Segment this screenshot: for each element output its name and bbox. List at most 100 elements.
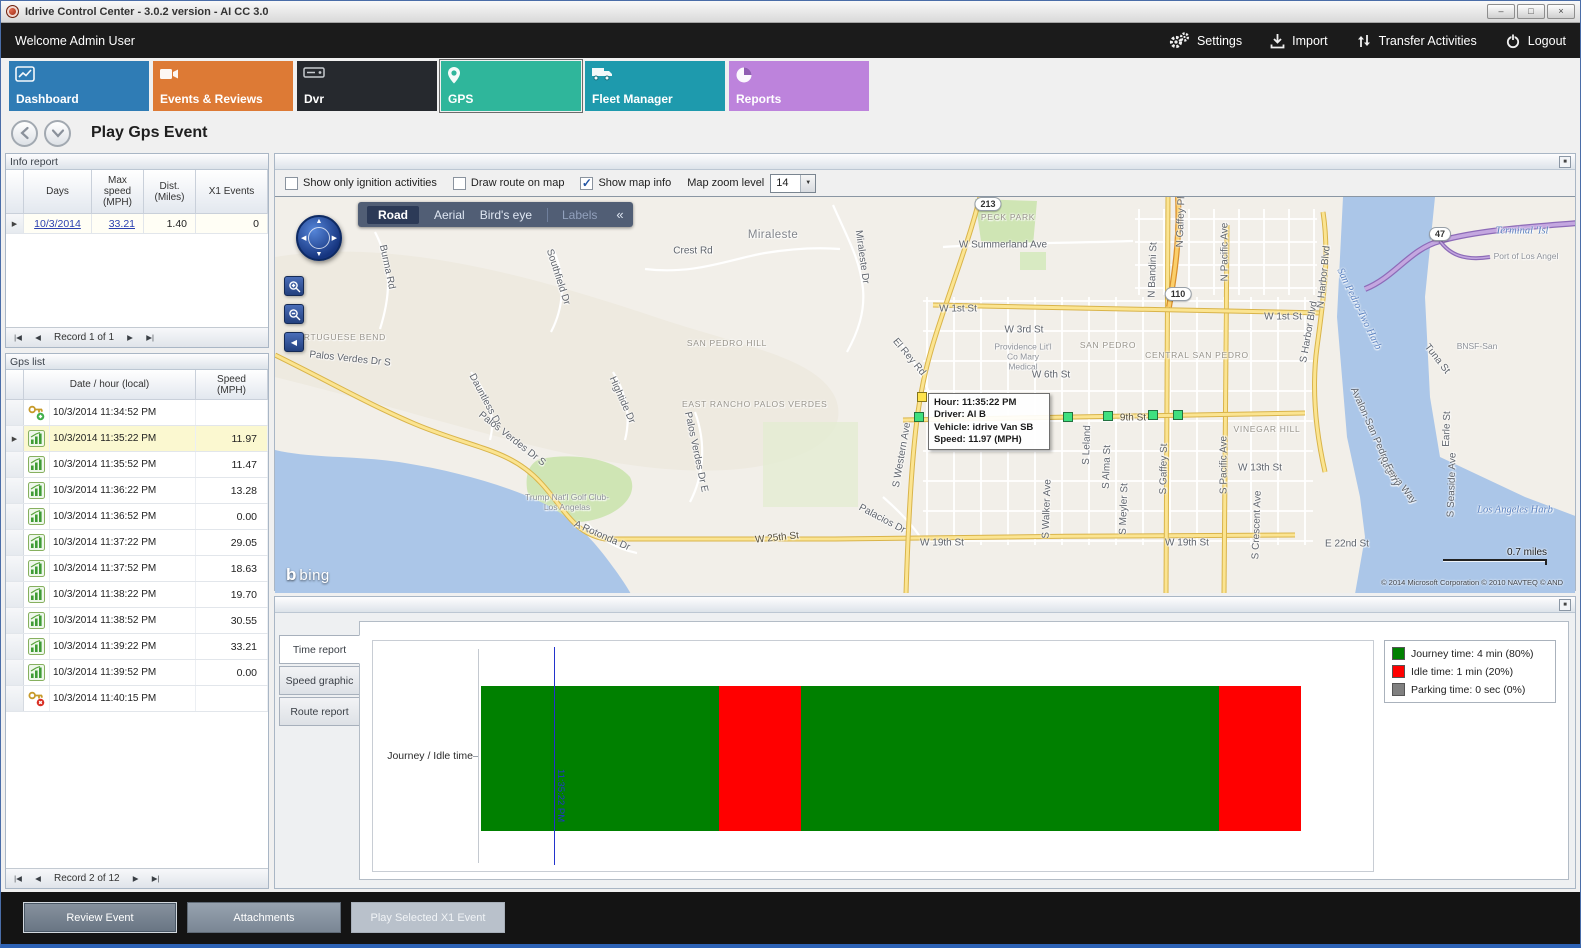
gps-col-datetime[interactable]: Date / hour (local) bbox=[24, 370, 196, 400]
gps-speed-cell bbox=[196, 686, 268, 711]
gps-point-marker[interactable] bbox=[1103, 411, 1113, 421]
tab-fleet-manager-label: Fleet Manager bbox=[592, 92, 673, 106]
map-label: East Rancho Palos Verdes bbox=[682, 399, 772, 409]
gps-point-marker[interactable] bbox=[1173, 410, 1183, 420]
checkbox-draw-route-label: Draw route on map bbox=[471, 177, 565, 189]
collapse-chart-panel-button[interactable]: ■ bbox=[1559, 599, 1571, 611]
minimize-button[interactable]: – bbox=[1487, 4, 1515, 19]
map-canvas[interactable]: MiralestePeck ParkW Summerland AveCrest … bbox=[275, 196, 1575, 593]
checkbox-draw-route[interactable]: Draw route on map bbox=[453, 177, 565, 190]
close-button[interactable]: × bbox=[1547, 4, 1575, 19]
info-col-3[interactable]: X1 Events bbox=[196, 170, 268, 214]
gears-icon bbox=[1168, 32, 1190, 49]
gps-point-marker[interactable] bbox=[1063, 412, 1073, 422]
info-days-cell[interactable]: 10/3/2014 bbox=[24, 214, 92, 234]
info-col-0[interactable]: Days bbox=[24, 170, 92, 214]
info-col-1[interactable]: Max speed (MPH) bbox=[92, 170, 144, 214]
gps-list-title: Gps list bbox=[10, 356, 45, 368]
gps-row[interactable]: 10/3/2014 11:36:22 PM13.28 bbox=[6, 478, 268, 504]
highway-shield: 47 bbox=[1429, 227, 1451, 241]
pager-last-button[interactable]: ▶| bbox=[148, 871, 164, 886]
gps-col-speed[interactable]: Speed (MPH) bbox=[196, 370, 268, 400]
checkbox-show-map-info[interactable]: ✓Show map info bbox=[580, 177, 671, 190]
pager-prev-button[interactable]: ◀ bbox=[30, 330, 46, 345]
segment-journey bbox=[801, 686, 1219, 831]
pager-next-button[interactable]: ▶ bbox=[122, 330, 138, 345]
gps-speed-cell: 11.97 bbox=[196, 426, 268, 451]
timeline-chart-plot[interactable]: Journey / Idle time 11:35:22 PM bbox=[372, 640, 1374, 872]
info-max-speed-cell[interactable]: 33.21 bbox=[92, 214, 144, 234]
gps-speed-cell: 30.55 bbox=[196, 608, 268, 633]
map-scale-line bbox=[1443, 559, 1547, 561]
tab-route-report[interactable]: Route report bbox=[279, 697, 360, 726]
tab-fleet-manager[interactable]: Fleet Manager bbox=[585, 61, 725, 111]
maximize-button[interactable]: □ bbox=[1517, 4, 1545, 19]
gps-row[interactable]: 10/3/2014 11:38:22 PM19.70 bbox=[6, 582, 268, 608]
time-cursor[interactable] bbox=[554, 647, 555, 865]
review-event-button[interactable]: Review Event bbox=[23, 902, 177, 933]
map-zoom-out-button[interactable] bbox=[284, 304, 304, 324]
map-label: Earle St bbox=[1441, 411, 1453, 447]
bing-logo[interactable]: b bing bbox=[286, 565, 330, 585]
tab-dashboard[interactable]: Dashboard bbox=[9, 61, 149, 111]
gps-point-marker[interactable] bbox=[1148, 410, 1158, 420]
info-row-selector[interactable]: ▶ bbox=[6, 214, 24, 234]
menu-logout[interactable]: Logout bbox=[1505, 33, 1566, 49]
ignition-off-icon bbox=[24, 686, 50, 711]
attachments-button[interactable]: Attachments bbox=[187, 902, 341, 933]
map-scale-text: 0.7 miles bbox=[1443, 547, 1547, 558]
map-slider-collapse-button[interactable]: ◀ bbox=[284, 332, 304, 352]
tab-dvr[interactable]: Dvr bbox=[297, 61, 437, 111]
map-zoom-select[interactable]: 14 ▼ bbox=[770, 174, 816, 193]
row-selector bbox=[6, 452, 24, 477]
tab-reports[interactable]: Reports bbox=[729, 61, 869, 111]
pager-first-button[interactable]: |◀ bbox=[10, 330, 26, 345]
gps-row[interactable]: 10/3/2014 11:37:52 PM18.63 bbox=[6, 556, 268, 582]
segment-idle bbox=[1219, 686, 1301, 831]
events-icon bbox=[159, 66, 179, 82]
gps-point-marker[interactable] bbox=[914, 412, 924, 422]
pager-first-button[interactable]: |◀ bbox=[10, 871, 26, 886]
gps-row[interactable]: 10/3/2014 11:36:52 PM0.00 bbox=[6, 504, 268, 530]
gps-row[interactable]: 10/3/2014 11:35:52 PM11.47 bbox=[6, 452, 268, 478]
map-label: Central San Pedro bbox=[1145, 350, 1249, 360]
pager-next-button[interactable]: ▶ bbox=[128, 871, 144, 886]
gps-row[interactable]: ▶10/3/2014 11:35:22 PM11.97 bbox=[6, 426, 268, 452]
map-label: W Summerland Ave bbox=[959, 240, 1047, 251]
tab-time-report[interactable]: Time report bbox=[279, 635, 360, 664]
gps-row[interactable]: 10/3/2014 11:38:52 PM30.55 bbox=[6, 608, 268, 634]
tab-dvr-label: Dvr bbox=[304, 92, 324, 106]
gps-row[interactable]: 10/3/2014 11:39:22 PM33.21 bbox=[6, 634, 268, 660]
map-view-road[interactable]: Road bbox=[367, 206, 419, 224]
map-view-aerial[interactable]: Aerial bbox=[434, 208, 465, 222]
info-col-2[interactable]: Dist. (Miles) bbox=[144, 170, 196, 214]
window-title: Idrive Control Center - 3.0.2 version - … bbox=[25, 6, 269, 18]
gps-row[interactable]: 10/3/2014 11:34:52 PM bbox=[6, 400, 268, 426]
collapse-map-panel-button[interactable]: ■ bbox=[1559, 156, 1571, 168]
map-label: Terminal 'Isl bbox=[1496, 226, 1549, 237]
pager-last-button[interactable]: ▶| bbox=[142, 330, 158, 345]
tab-gps[interactable]: GPS bbox=[441, 61, 581, 111]
pager-prev-button[interactable]: ◀ bbox=[30, 871, 46, 886]
map-compass-control[interactable]: ▲ ▼ ◀ ▶ bbox=[296, 215, 342, 261]
gps-speed-cell: 29.05 bbox=[196, 530, 268, 555]
gps-row[interactable]: 10/3/2014 11:37:22 PM29.05 bbox=[6, 530, 268, 556]
tab-speed-graphic[interactable]: Speed graphic bbox=[279, 666, 360, 695]
selected-gps-marker[interactable] bbox=[917, 392, 927, 402]
back-button[interactable] bbox=[11, 120, 38, 147]
checkbox-show-only-ignition[interactable]: Show only ignition activities bbox=[285, 177, 437, 190]
scroll-down-button[interactable] bbox=[44, 120, 71, 147]
map-zoom-in-button[interactable] bbox=[284, 276, 304, 296]
info-report-header: Info report bbox=[6, 154, 268, 170]
window-controls: –□× bbox=[1487, 4, 1575, 19]
menu-transfer-activities[interactable]: Transfer Activities bbox=[1356, 33, 1477, 49]
menu-settings[interactable]: Settings bbox=[1168, 32, 1242, 49]
map-toolbar: Show only ignition activities Draw route … bbox=[275, 170, 1575, 196]
tab-events-reviews[interactable]: Events & Reviews bbox=[153, 61, 293, 111]
gps-row[interactable]: 10/3/2014 11:39:52 PM0.00 bbox=[6, 660, 268, 686]
gps-row[interactable]: 10/3/2014 11:40:15 PM bbox=[6, 686, 268, 712]
map-view-bird-s-eye[interactable]: Bird's eye bbox=[480, 208, 532, 222]
map-label: W 19th St bbox=[920, 538, 964, 549]
viewbar-collapse-button[interactable]: « bbox=[616, 207, 623, 222]
menu-import[interactable]: Import bbox=[1270, 33, 1327, 49]
